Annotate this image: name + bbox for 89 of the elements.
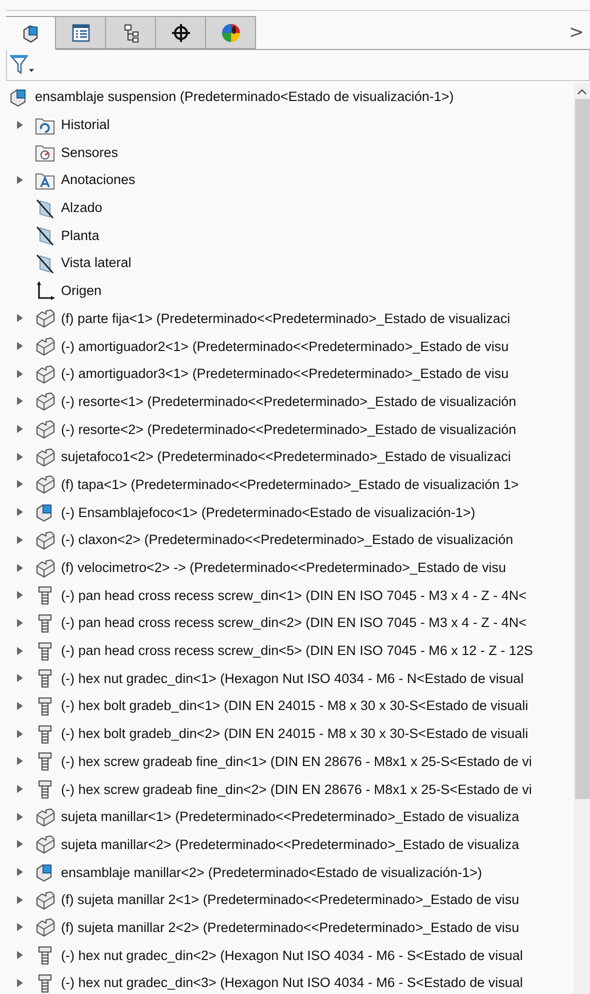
expand-arrow-icon[interactable] bbox=[17, 536, 23, 544]
expand-arrow-icon[interactable] bbox=[17, 812, 23, 821]
expand-arrow-icon[interactable] bbox=[17, 425, 23, 434]
expand-arrow-icon[interactable] bbox=[17, 342, 23, 350]
tree-item[interactable]: (-) claxon<2> (Predeterminado<<Predeterminado>_Estado de visualización bbox=[61, 532, 514, 548]
tree-item[interactable]: (-) hex screw gradeab fine_din<2> (DIN EN 28676 - M8x1 x 25-S<Estado de vi bbox=[61, 782, 532, 797]
panel-tab[interactable] bbox=[106, 16, 156, 49]
tree-item[interactable]: (-) resorte<1> (Predeterminado<<Predeterminado>_Estado de visualización bbox=[61, 394, 516, 409]
tree-item[interactable]: (-) hex screw gradeab fine_din<1> (DIN EN 28676 - M8x1 x 25-S<Estado de vi bbox=[61, 754, 532, 769]
expand-arrow-icon[interactable] bbox=[17, 480, 23, 488]
tree-item[interactable]: Historial bbox=[61, 117, 110, 132]
tree-item[interactable]: ensamblaje suspension (Predeterminado<Estado de visualización-1>) bbox=[35, 89, 454, 104]
tree-item[interactable]: (-) hex nut gradec_din<3> (Hexagon Nut ISO 4034 - M6 - S<Estado de visual bbox=[61, 975, 523, 990]
part-icon bbox=[34, 307, 56, 330]
part-icon bbox=[34, 556, 56, 579]
tree-item[interactable]: (-) pan head cross recess screw_din<1> (DIN EN ISO 7045 - M3 x 4 - Z - 4N< bbox=[61, 588, 527, 603]
tree-item[interactable]: sujetafoco1<2> (Predeterminado<<Predeterminado>_Estado de visualizaci bbox=[61, 449, 511, 464]
tree-item[interactable]: (-) resorte<2> (Predeterminado<<Predeterminado>_Estado de visualización bbox=[61, 422, 516, 437]
expand-arrow-icon[interactable] bbox=[17, 730, 23, 738]
tree-item[interactable]: Alzado bbox=[61, 200, 102, 216]
tree-item[interactable]: sujeta manillar<2> (Predeterminado<<Predeterminado>_Estado de visualiza bbox=[61, 836, 520, 852]
tree-item[interactable]: (-) hex bolt gradeb_din<1> (DIN EN 24015 - M8 x 30 x 30-S<Estado de visuali bbox=[61, 698, 528, 714]
expand-arrow-icon[interactable] bbox=[17, 757, 23, 766]
scroll-up-icon[interactable] bbox=[577, 89, 587, 95]
part-icon bbox=[34, 446, 56, 468]
tree-item[interactable]: Vista lateral bbox=[61, 255, 132, 270]
plane-icon bbox=[34, 196, 56, 219]
tree-item[interactable]: (f) tapa<1> (Predeterminado<<Predeterminado>_Estado de visualización 1> bbox=[61, 476, 519, 492]
part-icon bbox=[34, 362, 56, 385]
tree-item[interactable]: sujeta manillar<1> (Predeterminado<<Predeterminado>_Estado de visualiza bbox=[61, 809, 520, 824]
origin-axes-icon bbox=[34, 280, 56, 302]
tree-item[interactable]: Anotaciones bbox=[61, 172, 136, 188]
expand-arrow-icon[interactable] bbox=[17, 674, 23, 682]
expand-arrow-icon[interactable] bbox=[17, 951, 23, 960]
expand-arrow-icon[interactable] bbox=[17, 120, 23, 129]
tree-item[interactable]: Origen bbox=[61, 283, 102, 298]
expand-arrow-icon[interactable] bbox=[17, 452, 23, 461]
tree-item[interactable]: (-) hex nut gradec_din<1> (Hexagon Nut ISO 4034 - M6 - N<Estado de visual bbox=[61, 670, 524, 686]
part-icon bbox=[34, 473, 56, 496]
tree-item[interactable]: Sensores bbox=[61, 144, 118, 160]
filter-button[interactable] bbox=[7, 53, 37, 77]
expand-arrow-icon[interactable] bbox=[17, 840, 23, 848]
expand-arrow-icon[interactable] bbox=[17, 591, 23, 600]
scrollbar-thumb[interactable] bbox=[574, 99, 590, 799]
expand-arrow-icon[interactable] bbox=[17, 618, 23, 627]
tree-item[interactable]: (f) parte fija<1> (Predeterminado<<Predeterminado>_Estado de visualizaci bbox=[61, 310, 510, 326]
tree-item[interactable]: (-) hex nut gradec_din<2> (Hexagon Nut ISO 4034 - M6 - S<Estado de visual bbox=[61, 948, 523, 963]
expand-arrow-icon[interactable] bbox=[17, 785, 23, 794]
tree-item[interactable]: (f) sujeta manillar 2<2> (Predeterminado<<Predeterminado>_Estado de visu bbox=[61, 920, 520, 935]
expand-arrow-icon[interactable] bbox=[17, 176, 23, 184]
plane-icon bbox=[34, 224, 56, 246]
expand-arrow-icon[interactable] bbox=[17, 397, 23, 406]
panel-tab[interactable] bbox=[156, 16, 206, 49]
scroll-tabs-button[interactable]: > bbox=[562, 16, 590, 49]
tree-item[interactable]: (-) Ensamblajefoco<1> (Predeterminado<Estado de visualización-1>) bbox=[61, 504, 476, 520]
expand-arrow-icon[interactable] bbox=[17, 702, 23, 710]
expand-arrow-icon[interactable] bbox=[17, 923, 23, 932]
tree-item[interactable]: (-) pan head cross recess screw_din<5> (DIN EN ISO 7045 - M6 x 12 - Z - 12S bbox=[61, 643, 533, 658]
part-icon bbox=[34, 916, 56, 938]
tree-item[interactable]: Planta bbox=[61, 228, 100, 243]
filter-icon bbox=[9, 53, 35, 77]
part-icon bbox=[34, 390, 56, 412]
panel-tab[interactable] bbox=[56, 16, 106, 49]
list-icon bbox=[70, 22, 92, 44]
part-icon bbox=[34, 528, 56, 551]
tree-item[interactable]: (-) amortiguador3<1> (Predeterminado<<Predeterminado>_Estado de visu bbox=[61, 366, 509, 382]
color-ball-icon bbox=[220, 22, 242, 44]
part-icon bbox=[34, 418, 56, 440]
tree-item[interactable]: (-) hex bolt gradeb_din<2> (DIN EN 24015 - M8 x 30 x 30-S<Estado de visuali bbox=[61, 726, 528, 742]
expand-arrow-icon[interactable] bbox=[17, 508, 23, 516]
scrollbar[interactable] bbox=[574, 83, 590, 994]
expand-arrow-icon[interactable] bbox=[17, 564, 23, 572]
tree-item[interactable]: (-) amortiguador2<1> (Predeterminado<<Predeterminado>_Estado de visu bbox=[61, 338, 509, 354]
part-icon bbox=[34, 888, 56, 911]
expand-arrow-icon[interactable] bbox=[17, 978, 23, 987]
tree-item[interactable]: (f) sujeta manillar 2<1> (Predeterminado<<Predeterminado>_Estado de visu bbox=[61, 892, 520, 908]
tree-item[interactable]: (-) pan head cross recess screw_din<2> (DIN EN ISO 7045 - M3 x 4 - Z - 4N< bbox=[61, 615, 527, 630]
part-icon bbox=[34, 335, 56, 358]
expand-arrow-icon[interactable] bbox=[17, 646, 23, 655]
part-icon bbox=[34, 806, 56, 828]
expand-arrow-icon[interactable] bbox=[17, 868, 23, 876]
expand-arrow-icon[interactable] bbox=[17, 314, 23, 322]
part-icon bbox=[34, 833, 56, 856]
expand-arrow-icon[interactable] bbox=[17, 370, 23, 378]
plane-icon bbox=[34, 252, 56, 274]
expand-arrow-icon[interactable] bbox=[17, 896, 23, 904]
crosshair-icon bbox=[170, 22, 192, 44]
tree-item[interactable]: (f) velocimetro<2> -> (Predeterminado<<Predeterminado>_Estado de visu bbox=[61, 560, 506, 576]
tree-item[interactable]: ensamblaje manillar<2> (Predeterminado<Estado de visualización-1>) bbox=[61, 864, 482, 880]
